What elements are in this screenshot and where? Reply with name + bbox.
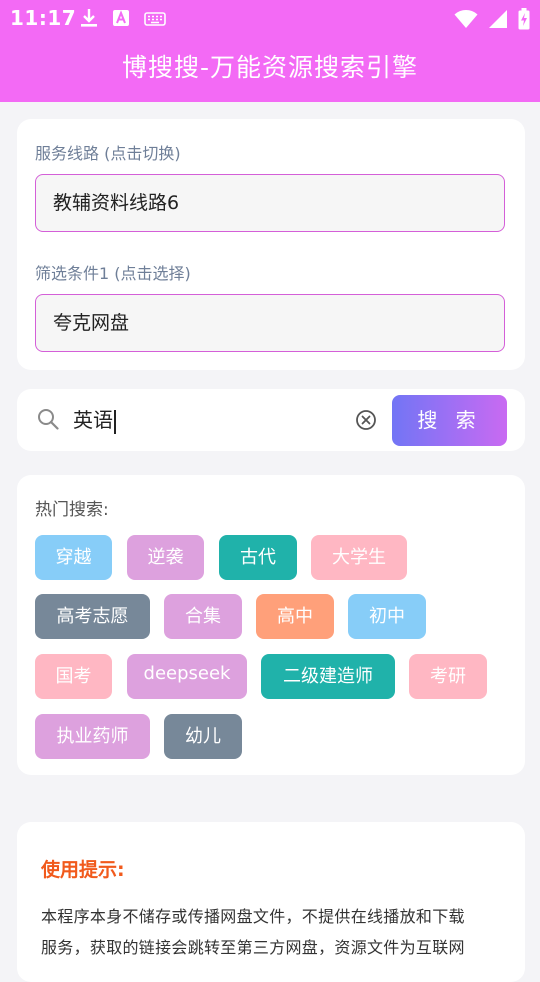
keyboard-icon <box>144 11 166 30</box>
hot-tag[interactable]: 穿越 <box>35 535 112 580</box>
download-icon <box>80 8 98 32</box>
hot-tag[interactable]: 幼儿 <box>164 714 242 759</box>
search-icon <box>37 408 59 434</box>
hot-tag[interactable]: 合集 <box>164 594 242 639</box>
filter-value: 夸克网盘 <box>53 312 130 334</box>
hot-tag[interactable]: 古代 <box>219 535 297 580</box>
search-card: 英语 搜 索 <box>17 389 525 451</box>
hot-tag[interactable]: 高考志愿 <box>35 594 150 639</box>
hot-tag[interactable]: 考研 <box>409 654 487 699</box>
tips-text-line: 服务，获取的链接会跳转至第三方网盘，资源文件为互联网 <box>41 938 465 957</box>
search-query: 英语 <box>73 408 113 432</box>
service-line-selector[interactable]: 教辅资料线路6 <box>35 174 505 232</box>
settings-card: 服务线路 (点击切换) 教辅资料线路6 筛选条件1 (点击选择) 夸克网盘 <box>17 119 525 370</box>
hot-tag[interactable]: deepseek <box>127 654 247 699</box>
hot-tag[interactable]: 高中 <box>256 594 334 639</box>
font-a-icon <box>112 9 130 31</box>
usage-tips-card: 使用提示: 本程序本身不储存或传播网盘文件，不提供在线播放和下载 服务，获取的链… <box>17 822 525 982</box>
service-line-label: 服务线路 (点击切换) <box>35 144 181 163</box>
app-title: 博搜搜-万能资源搜索引擎 <box>121 53 419 82</box>
hot-search-title: 热门搜索: <box>35 500 109 520</box>
tips-title: 使用提示: <box>41 859 125 881</box>
battery-charging-icon <box>518 8 530 34</box>
search-input[interactable]: 英语 <box>73 404 116 436</box>
hot-tag[interactable]: 逆袭 <box>127 535 204 580</box>
text-cursor <box>114 409 116 434</box>
clear-icon[interactable] <box>355 409 377 435</box>
status-bar: 11:17 <box>0 0 540 36</box>
hot-tag[interactable]: 二级建造师 <box>261 654 395 699</box>
service-line-value: 教辅资料线路6 <box>53 192 180 214</box>
status-time: 11:17 <box>10 6 77 30</box>
hot-search-card: 热门搜索: 穿越 逆袭 古代 大学生 高考志愿 合集 高中 初中 国考 deep… <box>17 475 525 775</box>
filter-label: 筛选条件1 (点击选择) <box>35 264 191 283</box>
tips-text-line: 本程序本身不储存或传播网盘文件，不提供在线播放和下载 <box>41 907 465 926</box>
search-button[interactable]: 搜 索 <box>392 395 507 446</box>
filter-selector[interactable]: 夸克网盘 <box>35 294 505 352</box>
hot-tag[interactable]: 国考 <box>35 654 112 699</box>
wifi-icon <box>454 9 478 33</box>
hot-tag[interactable]: 执业药师 <box>35 714 150 759</box>
app-bar: 博搜搜-万能资源搜索引擎 <box>0 36 540 102</box>
signal-icon <box>488 9 508 33</box>
hot-tag[interactable]: 大学生 <box>311 535 407 580</box>
hot-tag[interactable]: 初中 <box>348 594 426 639</box>
